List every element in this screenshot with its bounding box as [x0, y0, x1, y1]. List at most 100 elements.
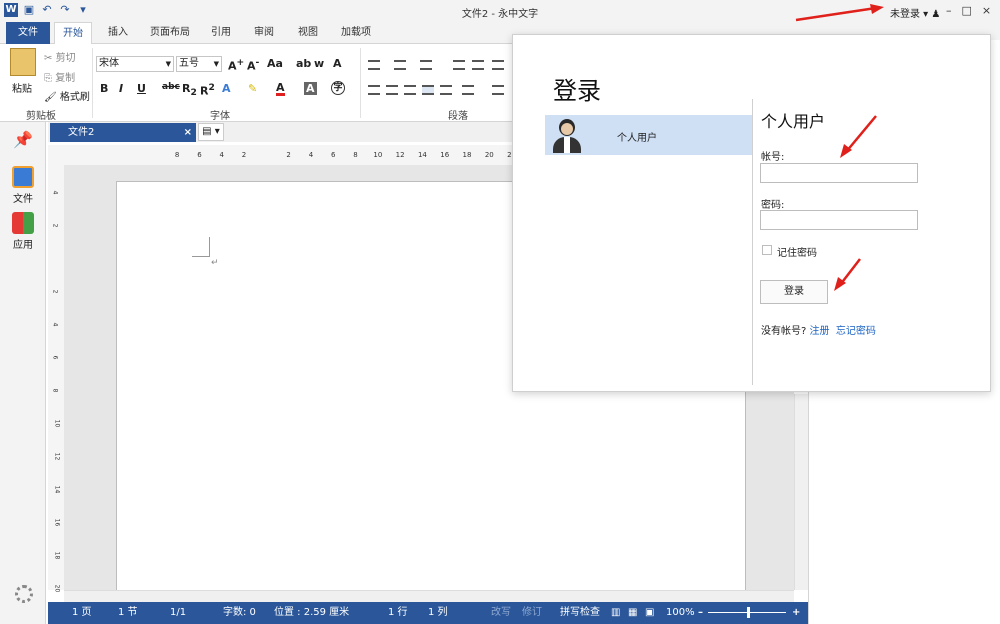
- phonetic-icon[interactable]: ab: [296, 57, 311, 70]
- char-shading-icon[interactable]: A: [304, 82, 317, 95]
- italic-button[interactable]: I: [119, 82, 123, 95]
- tab-addins[interactable]: 加载项: [333, 22, 379, 44]
- zoom-level[interactable]: 100%: [666, 602, 695, 624]
- tab-file[interactable]: 文件: [6, 22, 50, 44]
- status-spellcheck[interactable]: 拼写检查: [560, 602, 600, 624]
- subscript-button[interactable]: R2: [182, 82, 197, 98]
- login-button[interactable]: 登录: [760, 280, 828, 304]
- document-tab-label: 文件2: [68, 127, 95, 138]
- bullets-icon[interactable]: [368, 60, 380, 70]
- tab-page-layout[interactable]: 页面布局: [142, 22, 198, 44]
- password-label: 密码:: [761, 200, 785, 211]
- forgot-password-link[interactable]: 忘记密码: [836, 326, 876, 337]
- font-color-icon[interactable]: A: [276, 82, 285, 96]
- view-web-icon[interactable]: ▦: [628, 602, 637, 624]
- settings-icon[interactable]: [15, 585, 33, 603]
- line-spacing-icon[interactable]: [462, 85, 474, 95]
- numbering-icon[interactable]: [394, 60, 406, 70]
- sidebar-item-apps[interactable]: 应用: [0, 212, 46, 251]
- status-position: 位置 : 2.59 厘米: [274, 607, 350, 618]
- font-name-select[interactable]: 宋体 ▼: [96, 56, 174, 72]
- zoom-slider-thumb[interactable]: [747, 607, 750, 618]
- tab-review[interactable]: 审阅: [246, 22, 282, 44]
- shrink-font-icon[interactable]: A-: [247, 57, 259, 73]
- justify-icon[interactable]: [422, 85, 434, 95]
- user-icon[interactable]: ♟: [931, 9, 940, 20]
- register-link[interactable]: 注册: [810, 326, 830, 337]
- zoom-out-button[interactable]: –: [698, 602, 703, 624]
- zoom-in-button[interactable]: +: [792, 602, 800, 624]
- vertical-scrollbar[interactable]: [794, 394, 808, 590]
- distributed-icon[interactable]: [440, 85, 452, 95]
- change-case-icon[interactable]: Aa: [267, 57, 283, 70]
- sidebar-item-file[interactable]: 文件: [0, 166, 46, 205]
- tab-view[interactable]: 视图: [290, 22, 326, 44]
- tab-references[interactable]: 引用: [203, 22, 239, 44]
- cut-button[interactable]: ✂ 剪切: [44, 49, 76, 64]
- account-input[interactable]: [760, 163, 918, 183]
- minimize-button[interactable]: –: [946, 4, 952, 17]
- close-button[interactable]: ×: [982, 4, 991, 17]
- horizontal-scrollbar[interactable]: [64, 590, 794, 602]
- paste-icon[interactable]: [10, 48, 36, 76]
- align-left-icon[interactable]: [368, 85, 380, 95]
- underline-button[interactable]: U: [137, 82, 146, 95]
- text-effect-icon[interactable]: A: [222, 82, 231, 95]
- user-type-personal[interactable]: 个人用户: [545, 115, 752, 155]
- remember-password-checkbox[interactable]: [762, 245, 772, 255]
- view-print-icon[interactable]: ▥: [611, 602, 620, 624]
- status-word-count[interactable]: 字数: 0: [223, 602, 256, 624]
- char-border-icon[interactable]: A: [333, 57, 342, 70]
- pin-icon[interactable]: 📌: [0, 130, 46, 149]
- left-sidebar: 📌 文件 应用: [0, 122, 46, 624]
- paste-button[interactable]: 粘贴: [12, 80, 32, 95]
- ruler-tick-label: 4: [219, 151, 224, 159]
- status-track-changes[interactable]: 修订: [522, 602, 542, 624]
- ruler-tick-label: 20: [53, 584, 61, 593]
- increase-indent-icon[interactable]: [472, 60, 484, 70]
- sort-icon[interactable]: [492, 60, 504, 70]
- user-avatar-icon: [551, 117, 583, 153]
- ruler-tick-label: 6: [197, 151, 202, 159]
- horizontal-ruler[interactable]: 86422468101214161820222426: [48, 145, 561, 165]
- align-right-icon[interactable]: [404, 85, 416, 95]
- superscript-button[interactable]: R2: [200, 82, 215, 98]
- ruler-tick-label: [255, 151, 277, 159]
- password-input[interactable]: [760, 210, 918, 230]
- align-center-icon[interactable]: [386, 85, 398, 95]
- login-status-button[interactable]: 未登录 ▾ ♟: [890, 5, 940, 20]
- pinyin-icon[interactable]: w: [314, 57, 324, 70]
- login-status-label: 未登录: [890, 9, 920, 20]
- font-name-value: 宋体: [99, 58, 119, 69]
- ruler-tick-label: 4: [308, 151, 314, 159]
- font-size-select[interactable]: 五号 ▼: [176, 56, 222, 72]
- ruler-tick-label: 4: [51, 190, 59, 195]
- close-tab-icon[interactable]: ×: [184, 123, 192, 142]
- maximize-button[interactable]: □: [962, 4, 972, 17]
- format-painter-button[interactable]: 🖌 格式刷: [44, 88, 90, 103]
- document-tab[interactable]: 文件2 ×: [50, 123, 196, 142]
- tab-home[interactable]: 开始: [54, 22, 92, 45]
- view-read-icon[interactable]: ▣: [645, 602, 654, 624]
- status-pages: 1/1: [170, 607, 187, 618]
- tab-insert[interactable]: 插入: [100, 22, 136, 44]
- ruler-tick-label: 12: [53, 452, 61, 461]
- grow-font-icon[interactable]: A+: [228, 57, 244, 73]
- copy-button[interactable]: ⎘ 复制: [44, 69, 75, 84]
- highlight-icon[interactable]: ✎: [248, 82, 257, 95]
- format-painter-label: 格式刷: [59, 92, 90, 103]
- decrease-indent-icon[interactable]: [453, 60, 465, 70]
- multilevel-icon[interactable]: [420, 60, 432, 70]
- strikethrough-button[interactable]: abc: [162, 82, 180, 92]
- chevron-down-icon: ▼: [213, 60, 219, 68]
- ruler-tick-label: 2: [286, 151, 291, 159]
- bold-button[interactable]: B: [100, 82, 108, 95]
- clipboard-group-label: 剪贴板: [26, 111, 56, 122]
- new-document-button[interactable]: ▤ ▾: [198, 123, 224, 141]
- status-overtype[interactable]: 改写: [491, 602, 511, 624]
- ruler-tick-label: 8: [353, 151, 358, 159]
- shading-icon[interactable]: [492, 85, 504, 95]
- remember-password-label[interactable]: 记住密码: [777, 244, 817, 259]
- vertical-ruler[interactable]: 4 2 2 4 6 8 10 12 14 16 18 20: [48, 165, 64, 593]
- enclose-char-icon[interactable]: 字: [331, 81, 345, 95]
